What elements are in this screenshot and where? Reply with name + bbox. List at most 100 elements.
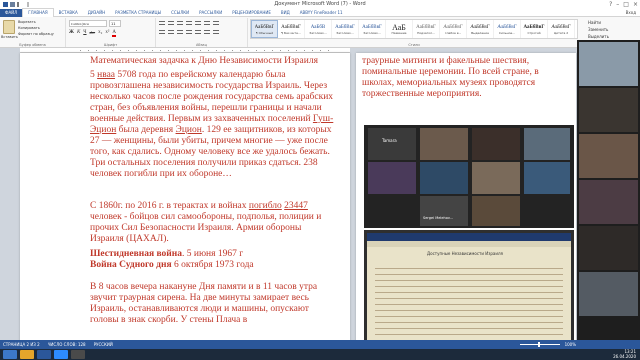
style-title[interactable]: АаБ Название: [386, 20, 413, 38]
alignment-buttons: [159, 30, 219, 34]
participant-tile[interactable]: [472, 196, 520, 226]
styles-group-label: Стили: [408, 43, 420, 47]
paste-button[interactable]: Вставить: [1, 35, 18, 39]
zoom-taskbar-icon[interactable]: [54, 350, 68, 359]
tab-file[interactable]: ФАЙЛ: [0, 8, 23, 17]
browser-icon[interactable]: [71, 350, 85, 359]
page-1-text[interactable]: Математическая задачка к Дню Независимос…: [90, 56, 336, 326]
style-normal[interactable]: АаБбВвГ ¶ Обычный: [251, 20, 278, 38]
participant-tile[interactable]: [579, 272, 638, 316]
language-indicator[interactable]: РУССКИЙ: [94, 342, 113, 347]
tab-design[interactable]: ДИЗАЙН: [83, 9, 110, 17]
start-icon[interactable]: [3, 350, 17, 359]
style-heading-1[interactable]: АаБбВ Заголово...: [305, 20, 332, 38]
clock[interactable]: 13:21 26.04.2020: [613, 349, 636, 359]
maximize-button[interactable]: □: [623, 0, 629, 9]
participant-tile[interactable]: [420, 162, 468, 194]
italic-button[interactable]: К: [77, 30, 80, 37]
participant-strip[interactable]: [577, 40, 640, 351]
participant-tile[interactable]: Tamara: [368, 128, 416, 160]
para1-link-nisan[interactable]: нваа: [97, 70, 115, 80]
participant-tile[interactable]: [472, 162, 520, 194]
subscript-button[interactable]: x₂: [98, 30, 102, 37]
participant-tile[interactable]: [420, 128, 468, 160]
style-strong[interactable]: АаБбВвГ Строгий: [521, 20, 548, 38]
participant-tile[interactable]: [579, 134, 638, 178]
document-page-1[interactable]: Математическая задачка к Дню Независимос…: [20, 53, 350, 351]
para2-link-count[interactable]: 23447: [284, 201, 308, 211]
style-emphasis[interactable]: АаБбВвГ Выделение: [467, 20, 494, 38]
shared-screen-window[interactable]: Доступные Независимости Израиля: [364, 230, 574, 345]
close-button[interactable]: ×: [633, 0, 638, 9]
style-subtitle[interactable]: АаБбВвГ Подзагол...: [413, 20, 440, 38]
video-gallery-window[interactable]: Tamara Sergei Melehov...: [364, 125, 574, 228]
style-subtle-emphasis[interactable]: АаБбВвГ Слабое в...: [440, 20, 467, 38]
para1-link-etzion[interactable]: Эцион: [176, 125, 202, 135]
sort-icon[interactable]: [204, 21, 210, 25]
participant-tile[interactable]: [579, 42, 638, 86]
participant-tile[interactable]: [524, 162, 570, 194]
participant-tile[interactable]: Sergei Melehov...: [420, 196, 468, 226]
increase-indent-icon[interactable]: [195, 21, 201, 25]
justify-icon[interactable]: [186, 30, 192, 34]
style-name: Слабое в...: [444, 30, 462, 35]
strikethrough-button[interactable]: abc: [90, 30, 96, 37]
minimize-button[interactable]: –: [616, 0, 619, 9]
cut-button[interactable]: Вырезать: [18, 20, 36, 24]
zoom-level[interactable]: 100%: [565, 342, 576, 347]
align-right-icon[interactable]: [177, 30, 183, 34]
bullets-icon[interactable]: [159, 21, 165, 25]
paste-icon[interactable]: [3, 20, 15, 34]
find-button[interactable]: Найти: [588, 19, 640, 26]
font-size-select[interactable]: 11: [109, 20, 121, 27]
tab-references[interactable]: ССЫЛКИ: [166, 9, 194, 17]
tab-review[interactable]: РЕЦЕНЗИРОВАНИЕ: [227, 9, 276, 17]
align-left-icon[interactable]: [159, 30, 165, 34]
tab-page-layout[interactable]: РАЗМЕТКА СТРАНИЦЫ: [110, 9, 166, 17]
underline-button[interactable]: Ч: [83, 30, 86, 37]
clock-date: 26.04.2020: [613, 353, 636, 359]
style-no-spacing[interactable]: АаБбВвГ ¶ Без инте...: [278, 20, 305, 38]
copy-button[interactable]: Копировать: [18, 26, 40, 30]
style-heading-3[interactable]: АаБбВвГ Заголово...: [359, 20, 386, 38]
bold-button[interactable]: Ж: [69, 30, 74, 37]
tab-abbyy[interactable]: ABBYY FineReader 11: [295, 9, 348, 17]
tab-mailings[interactable]: РАССЫЛКИ: [194, 9, 227, 17]
replace-button[interactable]: Заменить: [588, 26, 640, 33]
decrease-indent-icon[interactable]: [186, 21, 192, 25]
tab-home[interactable]: ГЛАВНАЯ: [22, 7, 54, 18]
numbering-icon[interactable]: [168, 21, 174, 25]
style-quote-2[interactable]: АаБбВвГ Цитата 2: [548, 20, 575, 38]
borders-icon[interactable]: [213, 30, 219, 34]
pilcrow-icon[interactable]: [213, 21, 219, 25]
tab-view[interactable]: ВИД: [276, 9, 295, 17]
word-count[interactable]: ЧИСЛО СЛОВ: 128: [48, 342, 86, 347]
participant-tile[interactable]: [368, 162, 416, 194]
sign-in-link[interactable]: Вход: [626, 9, 636, 17]
participant-tile[interactable]: [524, 128, 570, 160]
line-spacing-icon[interactable]: [195, 30, 201, 34]
select-button[interactable]: Выделить: [588, 33, 640, 40]
participant-tile[interactable]: [472, 128, 520, 160]
para2-link-died[interactable]: погибло: [249, 201, 282, 211]
page-count[interactable]: СТРАНИЦА 2 ИЗ 2: [3, 342, 40, 347]
superscript-button[interactable]: x²: [105, 30, 109, 37]
format-painter-button[interactable]: Формат по образцу: [18, 32, 54, 36]
participant-tile[interactable]: [579, 88, 638, 132]
align-center-icon[interactable]: [168, 30, 174, 34]
explorer-icon[interactable]: [20, 350, 34, 359]
multilevel-list-icon[interactable]: [177, 21, 183, 25]
page-2-text[interactable]: траурные митинги и факельные шествия, по…: [362, 56, 570, 100]
style-heading-2[interactable]: АаБбВвГ Заголово...: [332, 20, 359, 38]
font-name-select[interactable]: Calibri (Осн: [69, 20, 107, 27]
participant-tile[interactable]: [579, 226, 638, 270]
participant-tile[interactable]: [579, 180, 638, 224]
word-taskbar-icon[interactable]: [37, 350, 51, 359]
font-color-button[interactable]: A: [112, 30, 116, 37]
shading-icon[interactable]: [204, 30, 210, 34]
zoom-slider[interactable]: [520, 342, 560, 347]
tab-insert[interactable]: ВСТАВКА: [54, 9, 83, 17]
help-button[interactable]: ?: [609, 0, 612, 9]
zoom-thumb[interactable]: [538, 342, 540, 347]
style-intense-emphasis[interactable]: АаБбВвГ Сильное...: [494, 20, 521, 38]
